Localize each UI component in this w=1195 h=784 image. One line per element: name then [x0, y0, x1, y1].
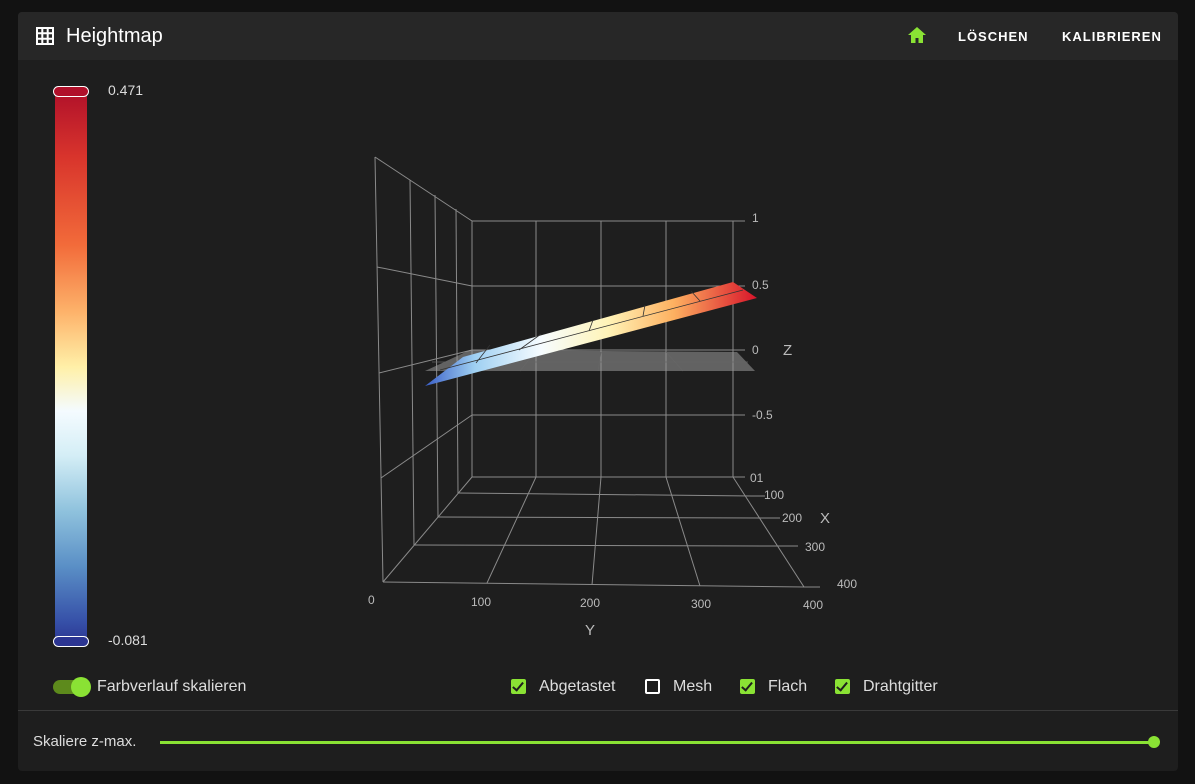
checkbox-abgetastet[interactable]: [511, 679, 526, 694]
x-axis-label: X: [820, 510, 830, 527]
x-tick: 400: [837, 577, 857, 591]
zmax-slider-thumb[interactable]: [1148, 736, 1160, 748]
z-tick: 01: [750, 471, 764, 485]
x-tick: 200: [782, 511, 802, 525]
y-tick: 400: [803, 598, 823, 612]
toggle-knob: [71, 677, 91, 697]
z-axis-label: Z: [783, 342, 792, 359]
scale-gradient-toggle[interactable]: [53, 677, 91, 697]
zmax-label: Skaliere z-max.: [33, 733, 137, 750]
z-tick: 0.5: [752, 278, 769, 292]
checkbox-flach[interactable]: [740, 679, 755, 694]
y-tick: 300: [691, 597, 711, 611]
heightmap-3d-plot[interactable]: 1 0.5 0 -0.5 01 Z 100 200 300 400 X 0 10…: [18, 12, 1178, 771]
divider: [18, 710, 1178, 711]
x-tick: 100: [764, 488, 784, 502]
checkbox-drahtgitter-label: Drahtgitter: [863, 678, 938, 695]
y-tick: 100: [471, 595, 491, 609]
checkbox-mesh[interactable]: [645, 679, 660, 694]
scale-gradient-label: Farbverlauf skalieren: [97, 678, 247, 695]
checkbox-flach-label: Flach: [768, 678, 808, 695]
heightmap-card: Heightmap LÖSCHEN KALIBRIEREN 0.471 -0.0…: [18, 12, 1178, 771]
x-tick: 300: [805, 540, 825, 554]
checkbox-drahtgitter[interactable]: [835, 679, 850, 694]
y-tick: 200: [580, 596, 600, 610]
z-tick: 0: [752, 343, 759, 357]
z-tick: -0.5: [752, 408, 773, 422]
y-tick: 0: [368, 593, 375, 607]
zmax-slider[interactable]: [160, 736, 1160, 748]
checkbox-abgetastet-label: Abgetastet: [539, 678, 616, 695]
z-tick: 1: [752, 211, 759, 225]
y-axis-label: Y: [585, 622, 595, 639]
checkbox-mesh-label: Mesh: [673, 678, 713, 695]
